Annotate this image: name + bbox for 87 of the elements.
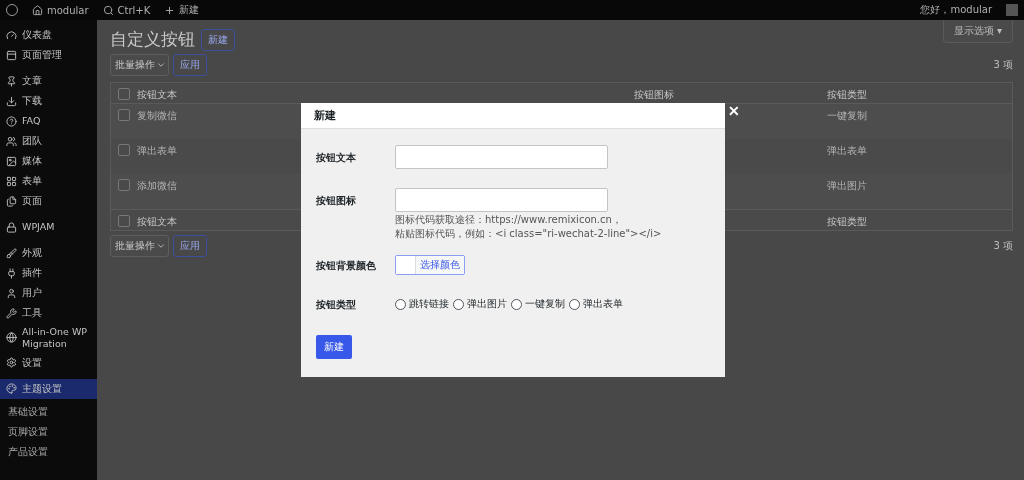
table-cell-text: 添加微信 bbox=[137, 179, 177, 193]
select-all-checkbox[interactable] bbox=[118, 88, 130, 100]
table-cell-text: 一键复制 bbox=[827, 109, 867, 123]
download-icon bbox=[6, 95, 17, 107]
help-icon bbox=[6, 115, 17, 127]
pin-icon bbox=[6, 75, 17, 87]
sidebar-item[interactable]: 仪表盘 bbox=[0, 25, 97, 45]
field-label: 按钮类型 bbox=[316, 298, 357, 312]
radio-option[interactable]: 弹出表单 bbox=[569, 297, 623, 311]
column-header[interactable]: 按钮图标 bbox=[634, 83, 674, 102]
sidebar-item[interactable]: WPJAM bbox=[0, 217, 97, 237]
grid-icon bbox=[6, 175, 17, 187]
sidebar-item[interactable]: 工具 bbox=[0, 303, 97, 323]
sidebar-item[interactable]: 表单 bbox=[0, 171, 97, 191]
radio-option[interactable]: 一键复制 bbox=[511, 297, 565, 311]
sidebar-item[interactable]: 文章 bbox=[0, 71, 97, 91]
sidebar-item[interactable]: 设置 bbox=[0, 352, 97, 373]
table-cell-text: 弹出表单 bbox=[827, 144, 867, 158]
color-picker-button[interactable]: 选择颜色 bbox=[395, 255, 465, 275]
dialog-title: 新建 bbox=[314, 108, 336, 123]
table-cell-text: 弹出表单 bbox=[137, 144, 177, 158]
wrench-icon bbox=[6, 307, 17, 319]
row-checkbox[interactable] bbox=[118, 144, 130, 156]
pages-icon bbox=[6, 195, 17, 207]
page-title: 自定义按钮 bbox=[110, 28, 195, 51]
screen-options-button[interactable]: 显示选项 ▾ bbox=[942, 20, 1013, 43]
image-icon bbox=[6, 155, 17, 167]
sidebar-item[interactable]: 团队 bbox=[0, 131, 97, 151]
sidebar-item[interactable]: 下载 bbox=[0, 91, 97, 111]
plug-icon bbox=[6, 267, 17, 279]
field-label: 按钮图标 bbox=[316, 194, 357, 208]
submenu-item[interactable]: 基础设置 bbox=[0, 401, 97, 422]
sidebar-item[interactable]: 外观 bbox=[0, 243, 97, 263]
sidebar-item[interactable]: 插件 bbox=[0, 263, 97, 283]
brush-icon bbox=[6, 247, 17, 259]
text-input-field[interactable] bbox=[395, 145, 608, 169]
lock-icon bbox=[6, 221, 17, 233]
close-button[interactable]: ✕ bbox=[728, 103, 740, 119]
item-count: 3 项 bbox=[993, 239, 1013, 253]
item-count: 3 项 bbox=[993, 58, 1013, 72]
column-header[interactable]: 按钮文本 bbox=[137, 210, 177, 229]
plus-icon bbox=[164, 4, 176, 16]
user-icon bbox=[6, 287, 17, 299]
dashboard-icon bbox=[6, 29, 17, 41]
column-header[interactable]: 按钮类型 bbox=[827, 83, 867, 102]
submenu-item[interactable]: 产品设置 bbox=[0, 441, 97, 462]
table-cell-text: 复制微信 bbox=[137, 109, 177, 123]
globe-icon bbox=[6, 332, 17, 344]
field-label: 按钮文本 bbox=[316, 151, 357, 165]
panel-icon bbox=[6, 49, 17, 61]
radio-option[interactable]: 跳转链接 bbox=[395, 297, 449, 311]
search-icon bbox=[102, 4, 114, 16]
row-checkbox[interactable] bbox=[118, 109, 130, 121]
settings-icon bbox=[6, 357, 17, 369]
people-icon bbox=[6, 135, 17, 147]
bulk-action-select[interactable]: 批量操作 bbox=[110, 235, 169, 257]
apply-button[interactable]: 应用 bbox=[173, 235, 207, 257]
site-link[interactable]: modular bbox=[32, 4, 89, 16]
column-header[interactable]: 按钮类型 bbox=[827, 210, 867, 229]
palette-icon bbox=[6, 383, 17, 395]
apply-button[interactable]: 应用 bbox=[173, 54, 207, 76]
home-icon bbox=[32, 4, 43, 16]
row-checkbox[interactable] bbox=[118, 179, 130, 191]
bulk-action-select[interactable]: 批量操作 bbox=[110, 54, 169, 76]
table-cell-text: 弹出图片 bbox=[827, 179, 867, 193]
text-input-field[interactable] bbox=[395, 188, 608, 212]
help-text: 图标代码获取途径：https://www.remixicon.cn， bbox=[395, 213, 622, 226]
help-text: 粘贴图标代码，例如：<i class="ri-wechat-2-line"></i> bbox=[395, 227, 662, 240]
sidebar-item[interactable]: All-in-One WP Migration bbox=[0, 323, 97, 353]
sidebar-item[interactable]: 页面管理 bbox=[0, 45, 97, 65]
submenu-item[interactable]: 页脚设置 bbox=[0, 421, 97, 442]
search-shortcut[interactable]: Ctrl+K bbox=[102, 4, 151, 16]
submit-button[interactable]: 新建 bbox=[316, 335, 352, 359]
sidebar-item[interactable]: 页面 bbox=[0, 191, 97, 211]
sidebar-item[interactable]: 用户 bbox=[0, 283, 97, 303]
sidebar-item[interactable]: 主题设置 bbox=[0, 378, 97, 399]
chevron-down-icon bbox=[156, 241, 166, 251]
chevron-down-icon bbox=[156, 60, 166, 70]
radio-option[interactable]: 弹出图片 bbox=[453, 297, 507, 311]
select-all-checkbox[interactable] bbox=[118, 215, 130, 227]
sidebar-item[interactable]: FAQ bbox=[0, 111, 97, 131]
column-header[interactable]: 按钮文本 bbox=[137, 83, 177, 102]
sidebar-item[interactable]: 媒体 bbox=[0, 151, 97, 171]
greeting-text[interactable]: 您好，modular bbox=[920, 3, 992, 17]
field-label: 按钮背景颜色 bbox=[316, 259, 377, 273]
new-link[interactable]: 新建 bbox=[164, 3, 200, 17]
add-new-button[interactable]: 新建 bbox=[201, 28, 235, 51]
